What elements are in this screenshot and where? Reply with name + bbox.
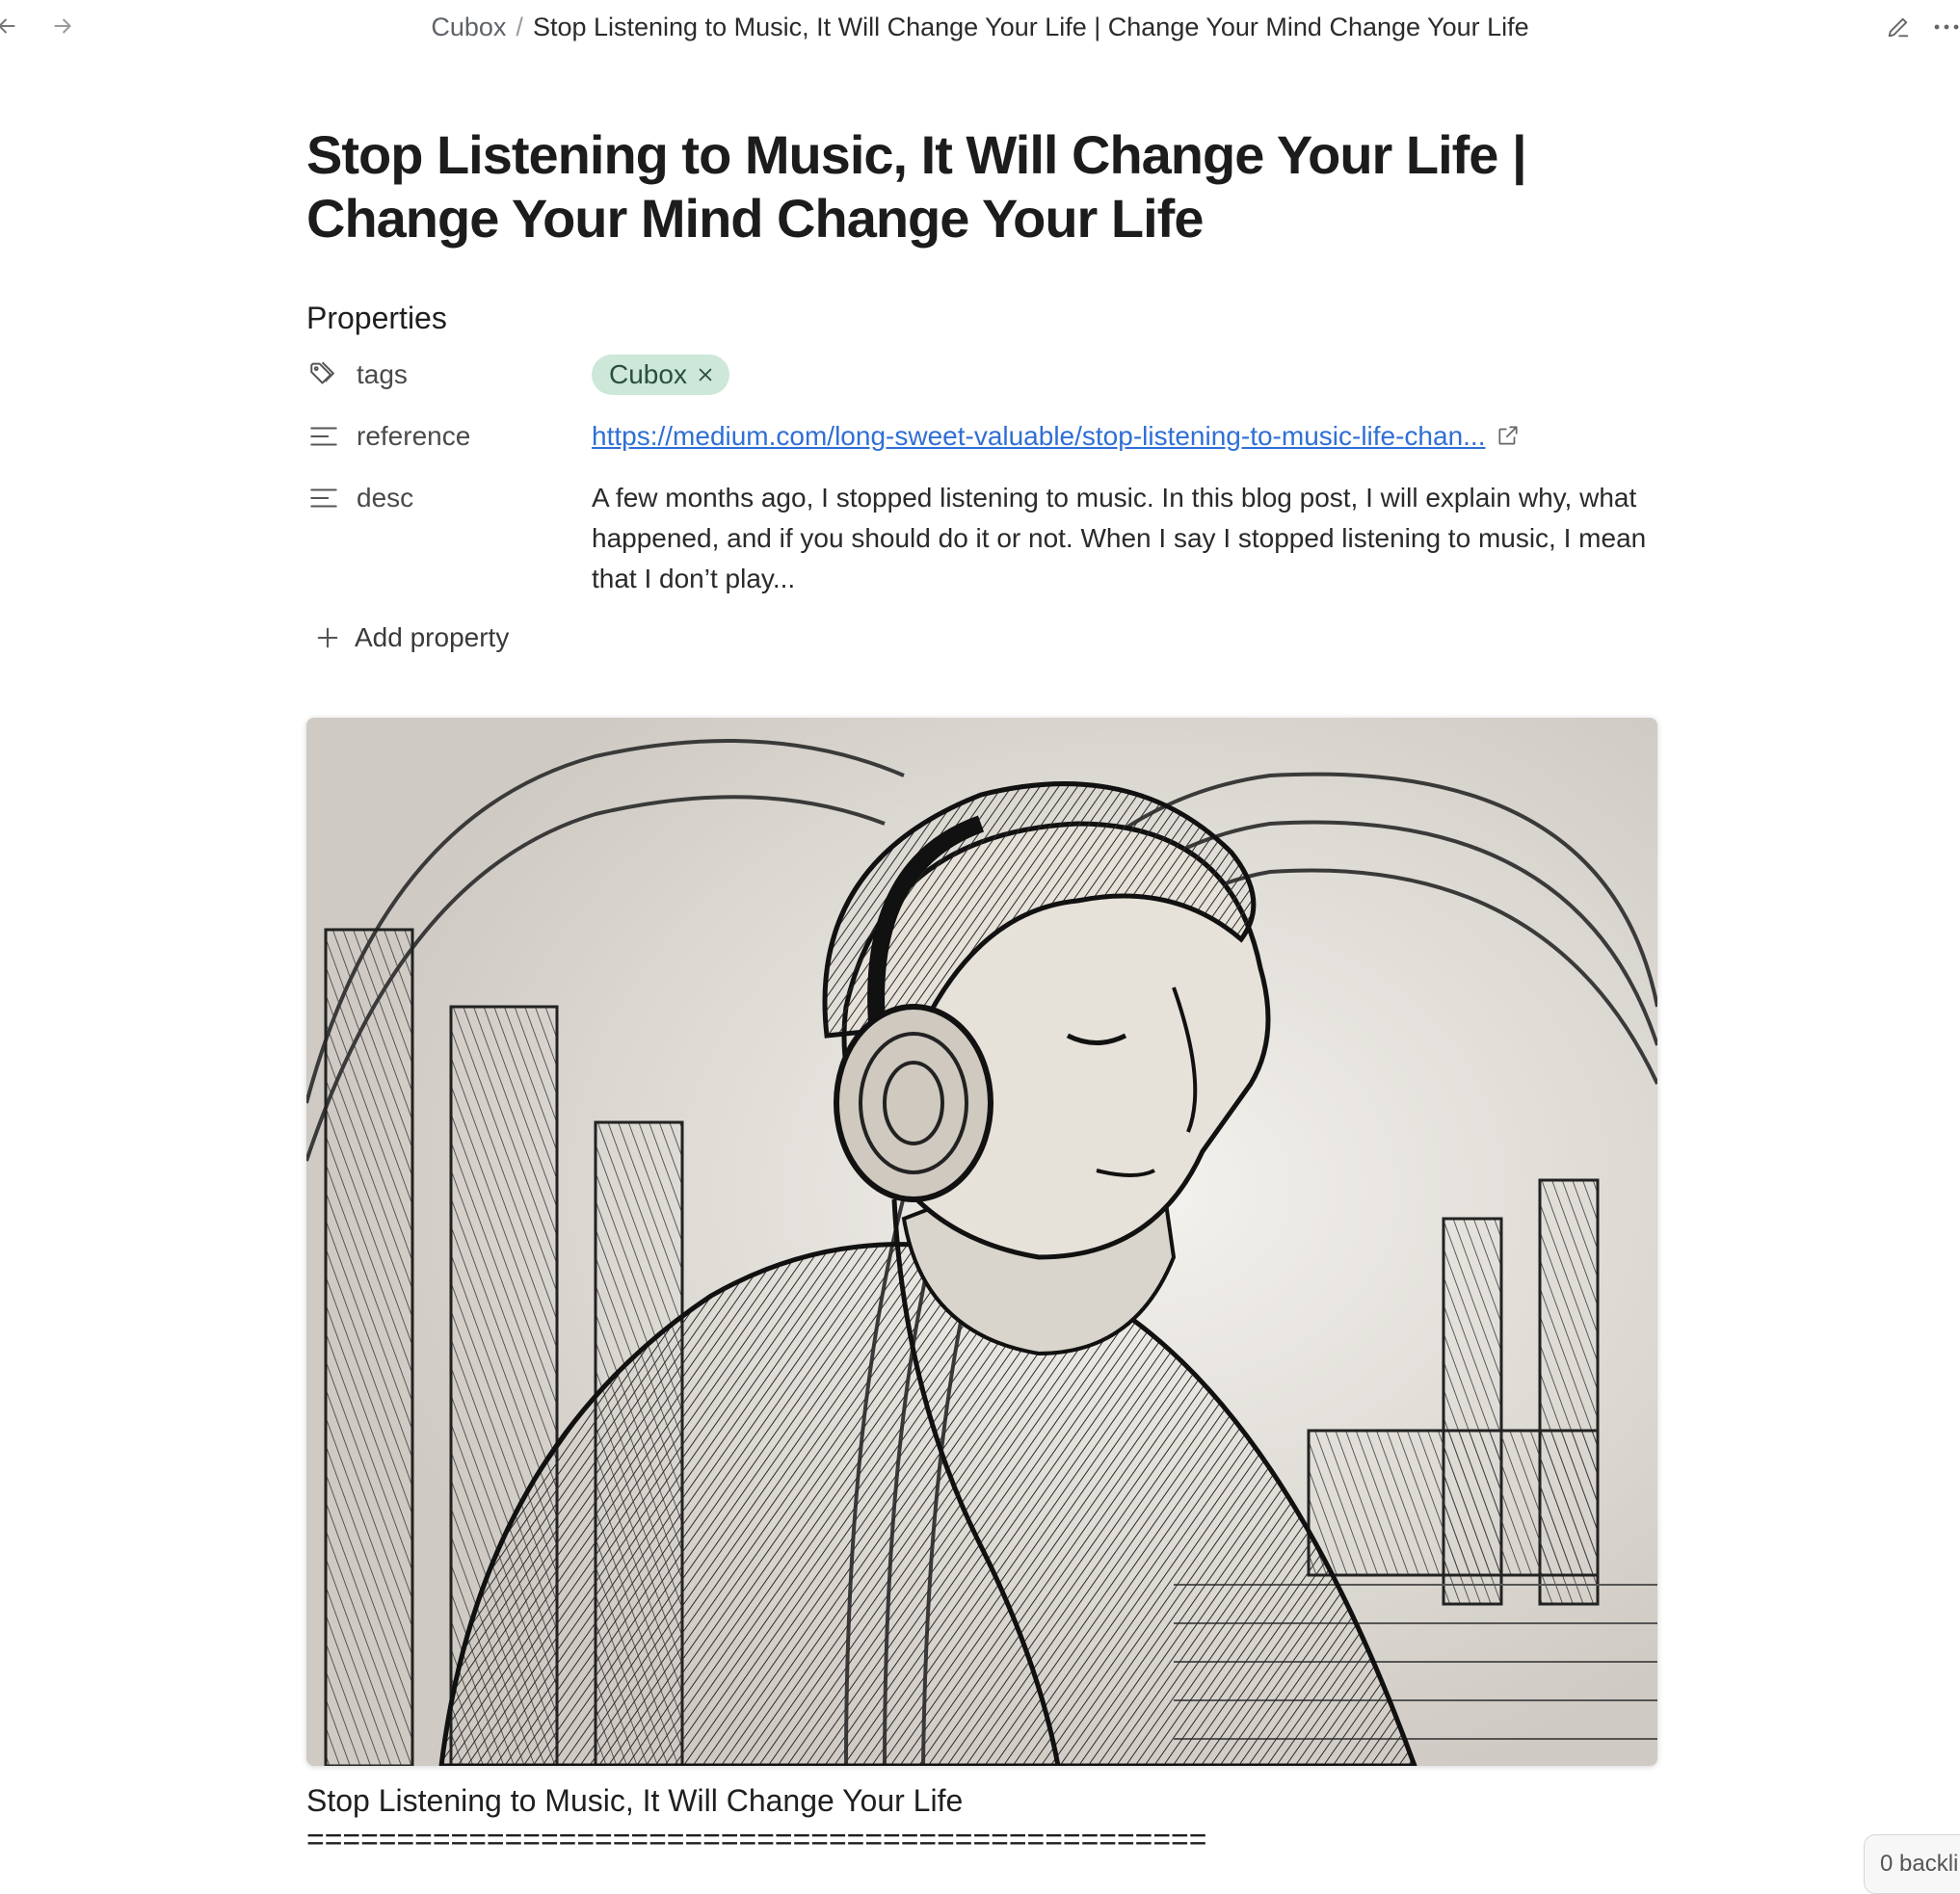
cover-illustration xyxy=(306,718,1657,1766)
tag-chip-cubox[interactable]: Cubox xyxy=(592,355,729,395)
more-button[interactable] xyxy=(1931,10,1960,44)
property-row-desc: desc A few months ago, I stopped listeni… xyxy=(306,474,1657,599)
breadcrumb-separator: / xyxy=(516,13,523,41)
body-heading-line[interactable]: Stop Listening to Music, It Will Change … xyxy=(306,1781,1657,1820)
text-lines-icon xyxy=(306,419,341,454)
close-icon[interactable] xyxy=(697,366,714,383)
property-key-tags[interactable]: tags xyxy=(306,351,592,399)
property-row-reference: reference https://medium.com/long-sweet-… xyxy=(306,412,1657,460)
add-property-button[interactable]: Add property xyxy=(306,622,509,653)
property-row-tags: tags Cubox xyxy=(306,351,1657,399)
property-value-reference: https://medium.com/long-sweet-valuable/s… xyxy=(592,412,1657,457)
reference-link[interactable]: https://medium.com/long-sweet-valuable/s… xyxy=(592,421,1486,451)
forward-button[interactable] xyxy=(46,10,79,42)
arrow-right-icon xyxy=(54,18,71,34)
property-label-reference: reference xyxy=(357,421,471,451)
ellipsis-icon xyxy=(1934,24,1959,30)
pencil-icon xyxy=(1888,17,1909,38)
body-heading-underline: ========================================… xyxy=(306,1822,1207,1856)
property-label-tags: tags xyxy=(357,359,408,389)
text-lines-icon xyxy=(306,481,341,515)
external-link-icon[interactable] xyxy=(1496,423,1521,448)
top-bar: Cubox / Stop Listening to Music, It Will C… xyxy=(0,0,1960,54)
property-value-desc[interactable]: A few months ago, I stopped listening to… xyxy=(592,474,1657,599)
breadcrumb: Cubox / Stop Listening to Music, It Will C… xyxy=(0,12,1960,42)
plus-icon xyxy=(317,627,338,648)
backlinks-button[interactable]: 0 backlinks xyxy=(1864,1834,1960,1894)
property-label-desc: desc xyxy=(357,483,414,513)
page-title[interactable]: Stop Listening to Music, It Will Change … xyxy=(306,123,1657,250)
breadcrumb-current[interactable]: Stop Listening to Music, It Will Change … xyxy=(533,13,1529,41)
add-property-label: Add property xyxy=(355,622,510,652)
article-cover-image[interactable] xyxy=(306,718,1657,1766)
properties-heading: Properties xyxy=(306,301,447,335)
tags-icon xyxy=(306,357,341,392)
breadcrumb-root[interactable]: Cubox xyxy=(431,13,506,41)
tag-chip-label: Cubox xyxy=(609,359,687,389)
back-button[interactable] xyxy=(0,10,23,42)
arrow-left-icon xyxy=(0,18,15,34)
property-key-desc[interactable]: desc xyxy=(306,474,592,522)
property-key-reference[interactable]: reference xyxy=(306,412,592,460)
property-value-tags[interactable]: Cubox xyxy=(592,351,1657,395)
edit-button[interactable] xyxy=(1881,10,1916,44)
document-content: Stop Listening to Music, It Will Change … xyxy=(306,123,1657,1858)
